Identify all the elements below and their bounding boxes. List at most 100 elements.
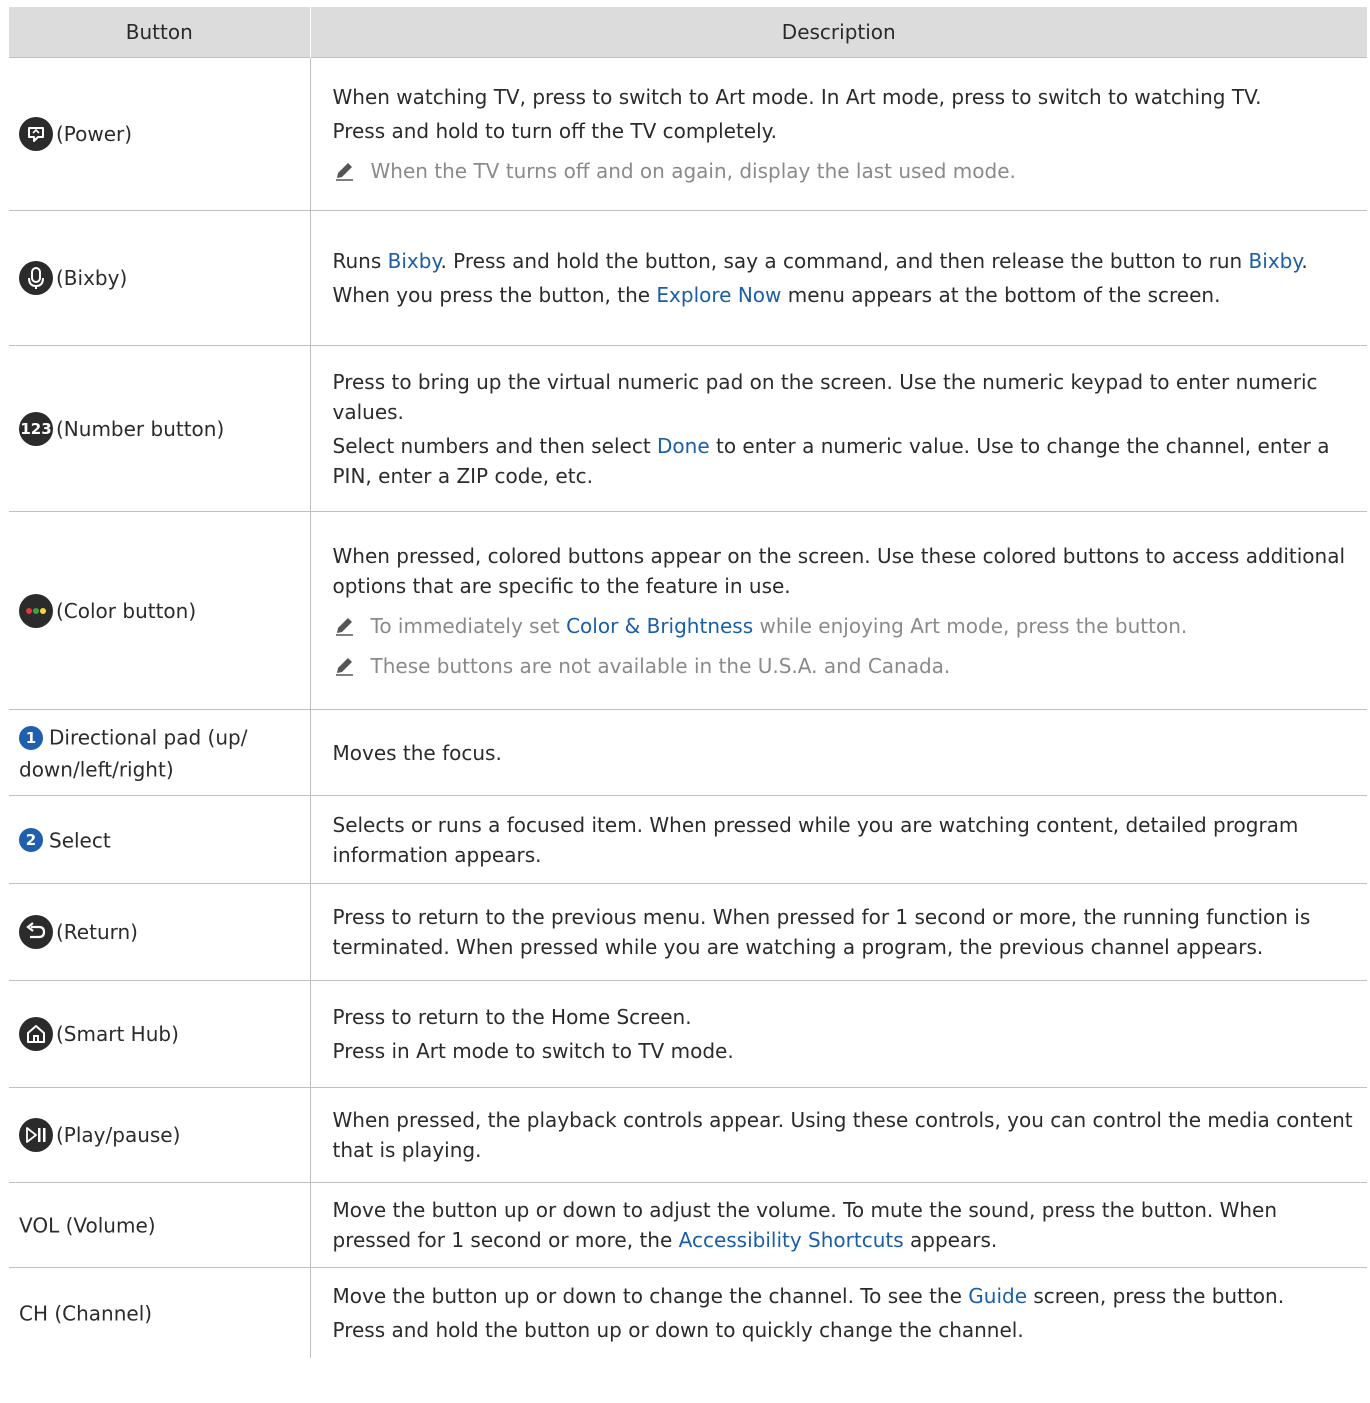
header-description: Description: [310, 7, 1367, 58]
table-header: Button Description: [9, 7, 1367, 58]
bixby-link: Bixby: [1248, 249, 1302, 273]
number-123-icon: 123: [19, 411, 53, 446]
text-run: . Press and hold the button, say a comma…: [440, 249, 1249, 273]
description-cell: Moves the focus.: [310, 709, 1367, 796]
description-text: Selects or runs a focused item. When pre…: [332, 812, 1299, 867]
bixby-link: Bixby: [387, 249, 441, 273]
button-cell: CH (Channel): [9, 1267, 311, 1358]
button-label: (Color button): [56, 598, 197, 623]
description-cell: Selects or runs a focused item. When pre…: [310, 795, 1367, 884]
description-cell: Move the button up or down to adjust the…: [310, 1182, 1367, 1268]
description-cell: Press to return to the Home Screen. Pres…: [310, 980, 1367, 1088]
remote-buttons-table: Button Description (Power) When watching…: [9, 7, 1367, 1358]
button-label: VOL (Volume): [19, 1213, 156, 1238]
note-text: These buttons are not available in the U…: [370, 653, 951, 678]
description-text: When pressed, the playback controls appe…: [332, 1108, 1353, 1162]
text-run: Runs: [332, 249, 388, 273]
play-pause-icon: [19, 1118, 53, 1152]
microphone-icon: [19, 261, 53, 295]
pencil-note-icon: [333, 160, 355, 182]
header-button: Button: [9, 7, 311, 58]
text-run: When you press the button, the: [332, 283, 657, 307]
button-label: Directional pad (up/ down/left/right): [19, 725, 248, 782]
home-icon: [19, 1017, 53, 1051]
button-label: CH (Channel): [19, 1301, 153, 1326]
text-run: menu appears at the bottom of the screen…: [781, 283, 1221, 307]
table-row: (Return) Press to return to the previous…: [9, 883, 1367, 981]
button-cell: (Color button): [9, 511, 311, 710]
description-text: When pressed, colored buttons appear on …: [332, 543, 1346, 598]
description-text: Select numbers and then select Done to e…: [333, 431, 1356, 491]
table-row: VOL (Volume) Move the button up or down …: [9, 1182, 1367, 1268]
note: These buttons are not available in the U…: [333, 651, 1356, 681]
pencil-note-icon: [333, 615, 355, 637]
table-row: (Play/pause) When pressed, the playback …: [9, 1087, 1367, 1183]
explore-now-link: Explore Now: [656, 283, 782, 307]
button-label: (Number button): [56, 416, 225, 441]
description-text: Press to return to the previous menu. Wh…: [332, 905, 1311, 959]
button-cell: (Return): [9, 883, 311, 981]
text-run: Select numbers and then select: [332, 433, 658, 458]
button-cell: (Power): [9, 57, 311, 211]
description-cell: Runs Bixby. Press and hold the button, s…: [310, 210, 1367, 346]
button-label: (Bixby): [56, 266, 128, 290]
button-cell: 1 Directional pad (up/ down/left/right): [9, 709, 311, 796]
button-label: (Smart Hub): [56, 1022, 179, 1046]
text-run: appears.: [903, 1228, 998, 1252]
description-text: When watching TV, press to switch to Art…: [332, 85, 1262, 109]
art-power-icon: [19, 117, 53, 151]
description-text: Press and hold to turn off the TV comple…: [332, 119, 777, 143]
description-text: Runs Bixby. Press and hold the button, s…: [333, 246, 1356, 276]
done-link: Done: [657, 433, 710, 458]
description-cell: When pressed, colored buttons appear on …: [310, 511, 1367, 710]
description-text: When you press the button, the Explore N…: [333, 280, 1356, 310]
note: When the TV turns off and on again, disp…: [333, 156, 1356, 186]
note-text: To immediately set Color & Brightness wh…: [371, 611, 1188, 641]
description-text: Press to bring up the virtual numeric pa…: [332, 369, 1318, 424]
button-cell: VOL (Volume): [9, 1182, 311, 1268]
note-text: When the TV turns off and on again, disp…: [370, 159, 1016, 183]
text-run: To immediately set: [370, 613, 567, 638]
description-cell: Press to return to the previous menu. Wh…: [310, 883, 1367, 981]
table-row: 123 (Number button) Press to bring up the…: [9, 345, 1367, 512]
description-cell: When pressed, the playback controls appe…: [310, 1087, 1367, 1183]
button-cell: (Smart Hub): [9, 980, 311, 1088]
description-text: Move the button up or down to change the…: [333, 1281, 1356, 1311]
table-row: (Color button) When pressed, colored but…: [9, 511, 1367, 710]
text-run: Move the button up or down to change the…: [332, 1283, 969, 1308]
table-row: (Smart Hub) Press to return to the Home …: [9, 980, 1367, 1088]
description-cell: Press to bring up the virtual numeric pa…: [310, 345, 1367, 512]
description-text: Moves the focus.: [332, 740, 502, 765]
description-text: Press in Art mode to switch to TV mode.: [332, 1039, 734, 1063]
callout-badge: 2: [19, 828, 43, 853]
description-cell: Move the button up or down to change the…: [310, 1267, 1367, 1358]
accessibility-shortcuts-link: Accessibility Shortcuts: [678, 1228, 904, 1252]
description-cell: When watching TV, press to switch to Art…: [310, 57, 1367, 211]
button-label: Select: [49, 828, 111, 853]
button-cell: 2 Select: [9, 795, 311, 884]
table-row: 2 Select Selects or runs a focused item. …: [9, 795, 1367, 884]
button-label: (Return): [56, 920, 138, 944]
button-label: (Play/pause): [56, 1123, 181, 1147]
table-row: (Bixby) Runs Bixby. Press and hold the b…: [9, 210, 1367, 346]
table-row: CH (Channel) Move the button up or down …: [9, 1267, 1367, 1358]
description-text: Move the button up or down to adjust the…: [333, 1195, 1356, 1255]
description-text: Press to return to the Home Screen.: [332, 1005, 692, 1029]
description-text: Press and hold the button up or down to …: [332, 1317, 1024, 1342]
callout-badge: 1: [19, 725, 43, 750]
text-run: screen, press the button.: [1027, 1283, 1285, 1308]
guide-link: Guide: [968, 1283, 1028, 1308]
table-row: 1 Directional pad (up/ down/left/right) M…: [9, 709, 1367, 796]
pencil-note-icon: [333, 655, 355, 677]
return-arrow-icon: [19, 915, 53, 949]
button-cell: 123 (Number button): [9, 345, 311, 512]
button-cell: (Bixby): [9, 210, 311, 346]
text-run: while enjoying Art mode, press the butto…: [753, 613, 1188, 638]
note: To immediately set Color & Brightness wh…: [333, 611, 1356, 641]
table-row: (Power) When watching TV, press to switc…: [9, 57, 1367, 211]
color-brightness-link: Color & Brightness: [566, 613, 754, 638]
color-dots-icon: [19, 593, 53, 628]
button-cell: (Play/pause): [9, 1087, 311, 1183]
button-label: (Power): [56, 122, 133, 146]
text-run: .: [1301, 249, 1308, 273]
